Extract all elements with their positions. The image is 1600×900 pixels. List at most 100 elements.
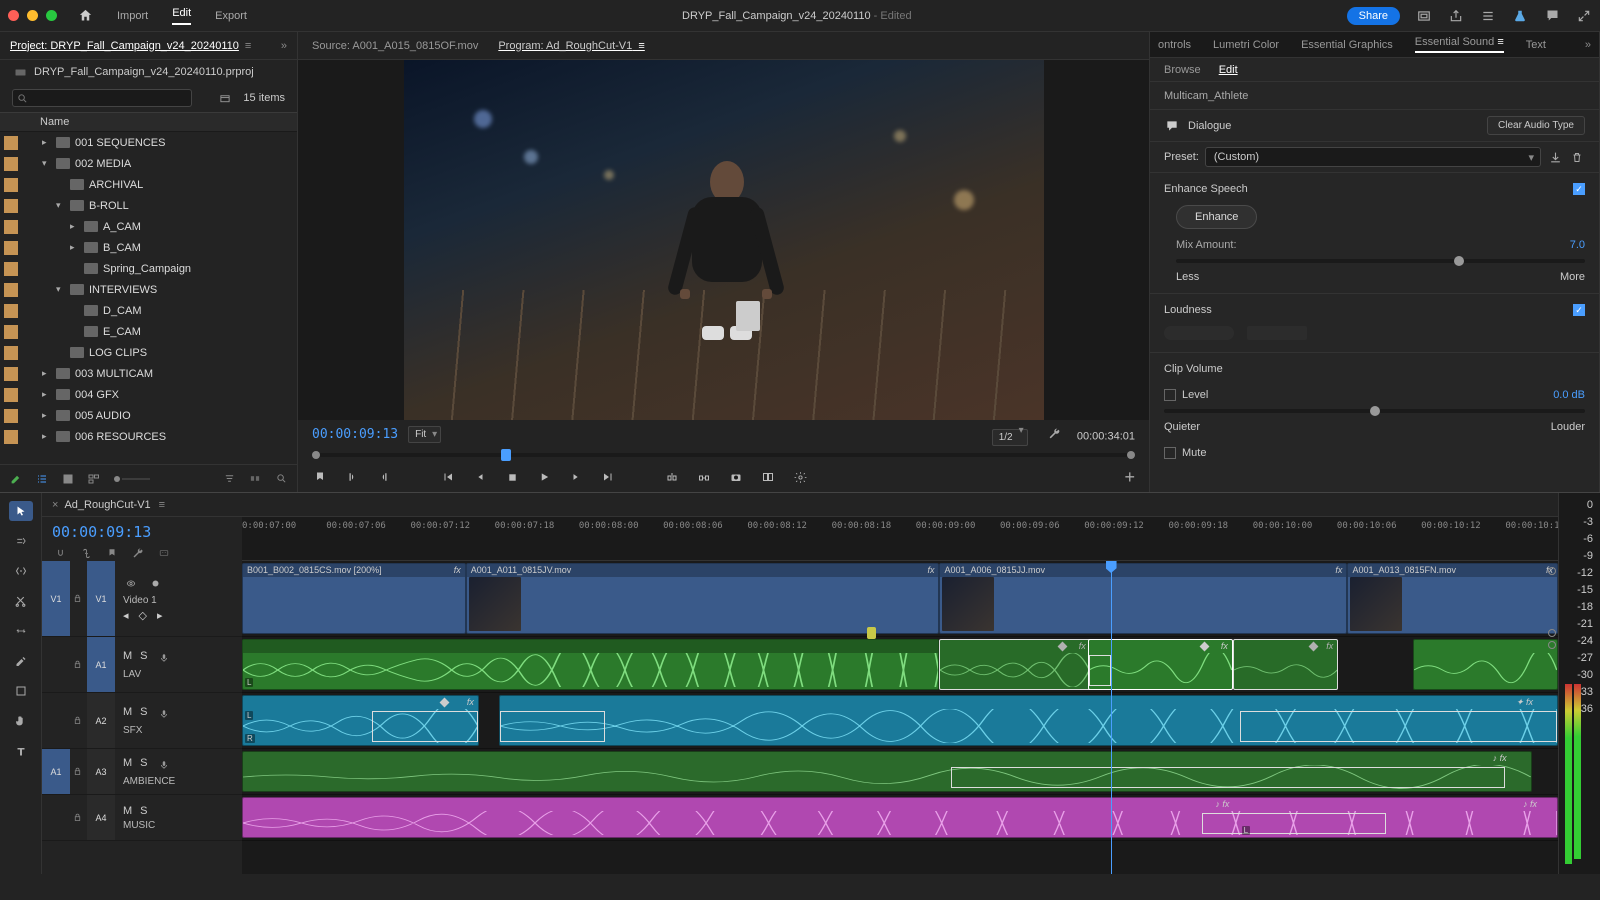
track-select-tool[interactable]	[9, 531, 33, 551]
zoom-fit-select[interactable]: Fit	[408, 426, 441, 443]
bin-row[interactable]: LOG CLIPS	[0, 342, 297, 363]
program-tab[interactable]: Program: Ad_RoughCut-V1 ≡	[498, 40, 644, 52]
audio-clip-lav-4[interactable]: fx	[1233, 639, 1338, 690]
track-patch-v1[interactable]: V1	[87, 561, 115, 636]
tab-lumetri[interactable]: Lumetri Color	[1213, 39, 1279, 51]
close-sequence-icon[interactable]: ×	[52, 499, 58, 511]
enhance-speech-toggle[interactable]	[1573, 183, 1585, 195]
audio-clip-lav-5[interactable]	[1413, 639, 1558, 690]
solo-a3[interactable]: S	[140, 757, 147, 773]
audio-clip-music[interactable]: ♪ fx♪ fxL	[242, 797, 1558, 838]
mute-checkbox[interactable]	[1164, 447, 1176, 459]
project-tab[interactable]: Project: DRYP_Fall_Campaign_v24_20240110…	[0, 32, 297, 60]
goto-out-icon[interactable]	[600, 469, 616, 485]
tab-controls[interactable]: ontrols	[1158, 39, 1191, 51]
track-patch-a2[interactable]: A2	[87, 693, 115, 748]
maximize-icon[interactable]	[1576, 8, 1592, 24]
track-header-a1[interactable]: A1 MS LAV	[42, 637, 242, 693]
lift-icon[interactable]	[664, 469, 680, 485]
pen-tool[interactable]	[9, 651, 33, 671]
quick-export-icon[interactable]	[1480, 8, 1496, 24]
program-scrubber[interactable]	[312, 448, 1135, 462]
timeline-settings-icon[interactable]	[130, 545, 146, 561]
marker-icon[interactable]	[312, 469, 328, 485]
bin-row[interactable]: ▸003 MULTICAM	[0, 363, 297, 384]
preset-select[interactable]: (Custom)	[1205, 147, 1541, 167]
sequence-tab[interactable]: × Ad_RoughCut-V1 ≡	[42, 493, 1558, 517]
track-patch-a3[interactable]: A3	[87, 749, 115, 794]
minimize-window[interactable]	[27, 10, 38, 21]
tab-graphics[interactable]: Essential Graphics	[1301, 39, 1393, 51]
icon-view-icon[interactable]	[60, 471, 76, 487]
voice-over-icon[interactable]	[156, 757, 172, 773]
track-content[interactable]: B001_B002_0815CS.mov [200%]fxA001_A011_0…	[242, 561, 1558, 874]
automate-seq-icon[interactable]	[247, 471, 263, 487]
voice-over-icon[interactable]	[156, 706, 172, 722]
timeline-playhead[interactable]	[1111, 561, 1112, 874]
timeline-ruler[interactable]: 0:00:07:0000:00:07:0600:00:07:1200:00:07…	[242, 517, 1558, 561]
play-icon[interactable]	[536, 469, 552, 485]
voice-over-icon[interactable]	[156, 650, 172, 666]
sync-lock-icon[interactable]	[147, 576, 163, 592]
program-timecode[interactable]: 00:00:09:13	[312, 427, 398, 442]
panel-overflow-icon[interactable]: »	[1585, 39, 1591, 51]
caption-track-icon[interactable]	[156, 545, 172, 561]
snap-icon[interactable]	[52, 545, 68, 561]
menu-export[interactable]: Export	[215, 10, 247, 22]
solo-a4[interactable]: S	[140, 805, 147, 817]
mute-a1[interactable]: M	[123, 650, 132, 666]
mix-amount-value[interactable]: 7.0	[1570, 239, 1585, 251]
maximize-window[interactable]	[46, 10, 57, 21]
bin-row[interactable]: ▾B-ROLL	[0, 195, 297, 216]
next-keyframe-icon[interactable]: ▸	[157, 609, 163, 622]
toggle-track-output-icon[interactable]	[123, 576, 139, 592]
camera-icon[interactable]	[728, 469, 744, 485]
audio-clip-sfx-1[interactable]: fxLR	[242, 695, 479, 746]
tab-essential-sound[interactable]: Essential Sound ≡	[1415, 36, 1504, 53]
close-window[interactable]	[8, 10, 19, 21]
settings-icon[interactable]	[792, 469, 808, 485]
resolution-select[interactable]: 1/2	[992, 429, 1028, 446]
bin-row[interactable]: Spring_Campaign	[0, 258, 297, 279]
project-column-header[interactable]: Name	[0, 112, 297, 132]
add-keyframe-icon[interactable]: ◇	[139, 609, 147, 622]
source-patch-v1[interactable]: V1	[42, 561, 70, 636]
wrench-icon[interactable]	[1046, 425, 1062, 441]
bin-row[interactable]: ▸006 RESOURCES	[0, 426, 297, 447]
mix-amount-slider[interactable]	[1176, 259, 1585, 263]
audio-clip-lav-1[interactable]: L	[242, 639, 939, 690]
track-header-a4[interactable]: A4 MS MUSIC	[42, 795, 242, 841]
menu-edit[interactable]: Edit	[172, 7, 191, 25]
step-fwd-icon[interactable]	[568, 469, 584, 485]
source-tab[interactable]: Source: A001_A015_0815OF.mov	[312, 40, 478, 52]
add-button-icon[interactable]: +	[1124, 467, 1135, 488]
full-screen-icon[interactable]	[1416, 8, 1432, 24]
export-icon[interactable]	[1448, 8, 1464, 24]
solo-a2[interactable]: S	[140, 706, 147, 722]
project-search-input[interactable]	[12, 89, 192, 107]
level-slider[interactable]	[1164, 409, 1585, 413]
menu-import[interactable]: Import	[117, 10, 148, 22]
preset-download-icon[interactable]	[1547, 149, 1563, 165]
solo-a1[interactable]: S	[140, 650, 147, 666]
preset-delete-icon[interactable]	[1569, 149, 1585, 165]
hand-tool[interactable]	[9, 711, 33, 731]
rectangle-tool[interactable]	[9, 681, 33, 701]
home-icon[interactable]	[77, 8, 93, 24]
es-edit-tab[interactable]: Edit	[1219, 64, 1238, 76]
bin-row[interactable]: ▸004 GFX	[0, 384, 297, 405]
level-checkbox[interactable]	[1164, 389, 1176, 401]
video-clip[interactable]: A001_A011_0815JV.movfx	[466, 563, 940, 634]
track-header-v1[interactable]: V1 V1 Video 1 ◂◇▸	[42, 561, 242, 637]
compare-icon[interactable]	[760, 469, 776, 485]
track-patch-a1[interactable]: A1	[87, 637, 115, 692]
video-clip[interactable]: A001_A013_0815FN.movfx	[1347, 563, 1558, 634]
program-monitor[interactable]	[298, 60, 1149, 420]
selection-tool[interactable]	[9, 501, 33, 521]
timeline-timecode[interactable]: 00:00:09:13	[52, 523, 232, 541]
razor-tool[interactable]	[9, 591, 33, 611]
bin-row[interactable]: ▾INTERVIEWS	[0, 279, 297, 300]
bin-row[interactable]: D_CAM	[0, 300, 297, 321]
find-icon[interactable]	[273, 471, 289, 487]
new-bin-icon[interactable]	[217, 90, 233, 106]
